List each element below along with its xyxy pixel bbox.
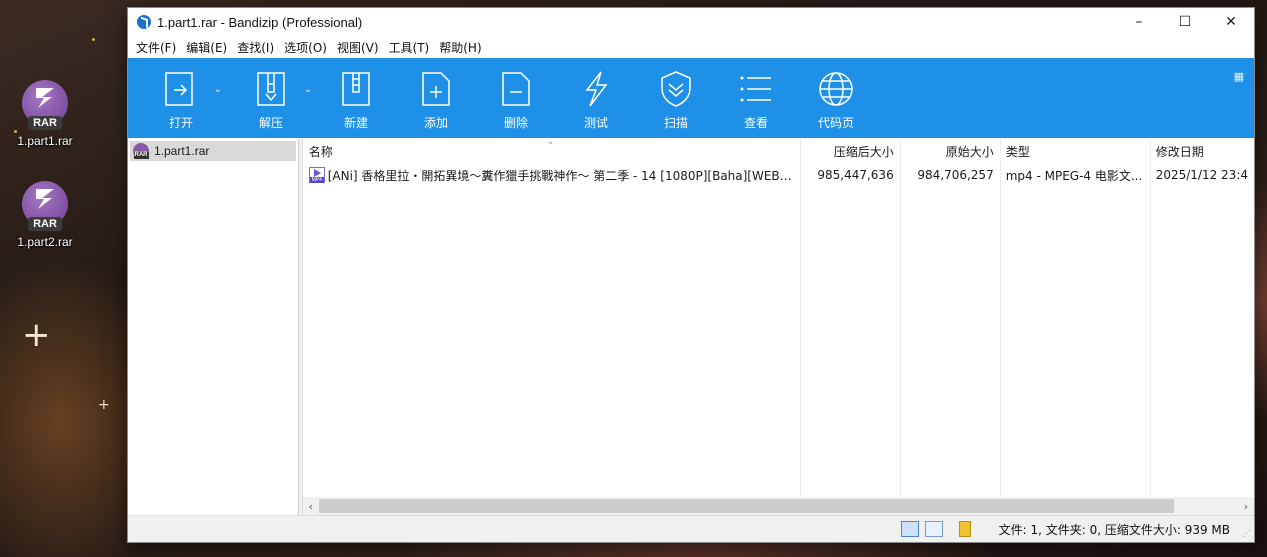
new-archive-icon (342, 72, 370, 106)
extract-icon (257, 72, 285, 106)
desktop-icon-part2[interactable]: RAR 1.part2.rar (0, 181, 90, 249)
tree-item-archive[interactable]: RAR 1.part1.rar (130, 141, 296, 161)
menu-file[interactable]: 文件(F) (132, 39, 180, 56)
codepage-button[interactable]: 代码页 (796, 58, 876, 138)
column-header-packed-size[interactable]: 压缩后大小 (800, 139, 900, 164)
close-button[interactable]: ✕ (1208, 8, 1254, 36)
desktop-icon-label: 1.part2.rar (17, 235, 73, 249)
codepage-icon (819, 72, 853, 106)
desktop-sparkle: + (98, 397, 110, 413)
file-packed-size: 985,447,636 (817, 168, 894, 182)
menu-tools[interactable]: 工具(T) (385, 39, 434, 56)
menu-find[interactable]: 查找(I) (233, 39, 278, 56)
rar-file-icon: RAR (22, 181, 68, 231)
column-header-row: ⌄ 名称 压缩后大小 原始大小 类型 修改日期 (302, 137, 1254, 165)
open-label: 打开 (168, 116, 193, 130)
menu-view[interactable]: 视图(V) (333, 39, 383, 56)
rar-badge-label: RAR (133, 152, 149, 159)
delete-icon (502, 72, 530, 106)
status-text: 文件: 1, 文件夹: 0, 压缩文件大小: 939 MB (998, 522, 1230, 537)
status-bar: 文件: 1, 文件夹: 0, 压缩文件大小: 939 MB ⋰ (128, 515, 1254, 542)
menu-options[interactable]: 选项(O) (280, 39, 331, 56)
scan-icon (661, 71, 691, 107)
add-label: 添加 (423, 116, 448, 130)
sort-indicator-icon: ⌄ (546, 137, 555, 147)
file-modified-date: 2025/1/12 23:4 (1155, 168, 1248, 182)
file-type: mp4 - MPEG-4 电影文... (1005, 168, 1143, 183)
open-button[interactable]: ⌄ 打开 (136, 58, 226, 138)
new-archive-label: 新建 (343, 116, 368, 130)
open-icon (165, 72, 193, 106)
file-list: ⌄ 名称 压缩后大小 原始大小 类型 修改日期 [ANi] 香格里拉・開拓異境～… (302, 137, 1254, 515)
scan-button[interactable]: 扫描 (636, 58, 716, 138)
file-row[interactable]: [ANi] 香格里拉・開拓異境～糞作獵手挑戰神作～ 第二季 - 14 [1080… (303, 165, 1254, 185)
column-divider (899, 139, 901, 497)
menu-edit[interactable]: 编辑(E) (182, 39, 231, 56)
file-original-size: 984,706,257 (917, 168, 994, 182)
desktop-icon-label: 1.part1.rar (17, 134, 73, 148)
desktop-sparkle: + (22, 315, 51, 355)
scrollbar-track[interactable] (318, 499, 1238, 513)
add-button[interactable]: 添加 (396, 58, 476, 138)
scan-label: 扫描 (663, 116, 688, 130)
scroll-left-icon[interactable]: ‹ (303, 500, 319, 513)
column-header-original-size[interactable]: 原始大小 (900, 139, 1000, 164)
column-divider (1149, 139, 1151, 497)
desktop-icon-part1[interactable]: RAR 1.part1.rar (0, 80, 90, 148)
details-view-icon[interactable] (900, 521, 919, 537)
archive-info-icon[interactable] (958, 521, 971, 537)
extract-label: 解压 (258, 116, 283, 130)
test-label: 测试 (583, 116, 608, 130)
extract-button[interactable]: ⌄ 解压 (226, 58, 316, 138)
horizontal-scrollbar[interactable]: ‹ › (302, 497, 1254, 515)
rar-archive-icon: RAR (133, 143, 149, 159)
menu-bar: 文件(F) 编辑(E) 查找(I) 选项(O) 视图(V) 工具(T) 帮助(H… (128, 36, 1254, 58)
desktop-sparkle (92, 38, 95, 41)
open-dropdown-chevron-icon[interactable]: ⌄ (214, 84, 222, 95)
rar-badge-label: RAR (28, 217, 62, 231)
codepage-label: 代码页 (817, 116, 854, 130)
rar-file-icon: RAR (22, 80, 68, 130)
view-label: 查看 (743, 116, 768, 130)
column-header-type[interactable]: 类型 (1000, 139, 1150, 164)
resize-grip-icon[interactable]: ⋰ (1242, 529, 1251, 539)
tree-item-label: 1.part1.rar (154, 144, 210, 158)
test-icon (585, 71, 608, 107)
scroll-right-icon[interactable]: › (1238, 500, 1254, 513)
add-icon (422, 72, 450, 106)
menu-help[interactable]: 帮助(H) (435, 39, 485, 56)
delete-button[interactable]: 删除 (476, 58, 556, 138)
bandizip-app-icon (137, 15, 151, 29)
toolbar: ⌄ 打开 ⌄ 解压 新建 添加 删除 测试 扫描 查看 代码页 ▦ (128, 58, 1254, 138)
column-header-modified[interactable]: 修改日期 (1150, 139, 1254, 164)
view-icon (740, 76, 771, 102)
view-button[interactable]: 查看 (716, 58, 796, 138)
thumbnail-view-icon[interactable] (924, 521, 943, 537)
extract-dropdown-chevron-icon[interactable]: ⌄ (304, 84, 312, 95)
window-controls: – ☐ ✕ (1116, 8, 1254, 36)
minimize-button[interactable]: – (1116, 8, 1162, 36)
file-name-cell: [ANi] 香格里拉・開拓異境～糞作獵手挑戰神作～ 第二季 - 14 [1080… (303, 165, 800, 185)
scrollbar-thumb[interactable] (318, 499, 1174, 513)
bandizip-window: 1.part1.rar - Bandizip (Professional) – … (127, 7, 1255, 543)
layout-toggle-icon[interactable]: ▦ (1234, 70, 1244, 83)
rar-badge-label: RAR (28, 116, 62, 130)
file-name: [ANi] 香格里拉・開拓異境～糞作獵手挑戰神作～ 第二季 - 14 [1080… (327, 168, 794, 183)
column-divider (799, 139, 801, 497)
window-title: 1.part1.rar - Bandizip (Professional) (157, 14, 363, 30)
new-archive-button[interactable]: 新建 (316, 58, 396, 138)
column-divider (999, 139, 1001, 497)
maximize-button[interactable]: ☐ (1162, 8, 1208, 36)
mp4-file-icon (308, 167, 325, 183)
title-bar[interactable]: 1.part1.rar - Bandizip (Professional) – … (128, 8, 1254, 36)
test-button[interactable]: 测试 (556, 58, 636, 138)
delete-label: 删除 (503, 116, 528, 130)
main-content: RAR 1.part1.rar ⌄ 名称 压缩后大小 原始大小 类型 修改日期 (128, 137, 1254, 515)
archive-tree: RAR 1.part1.rar (128, 139, 299, 515)
